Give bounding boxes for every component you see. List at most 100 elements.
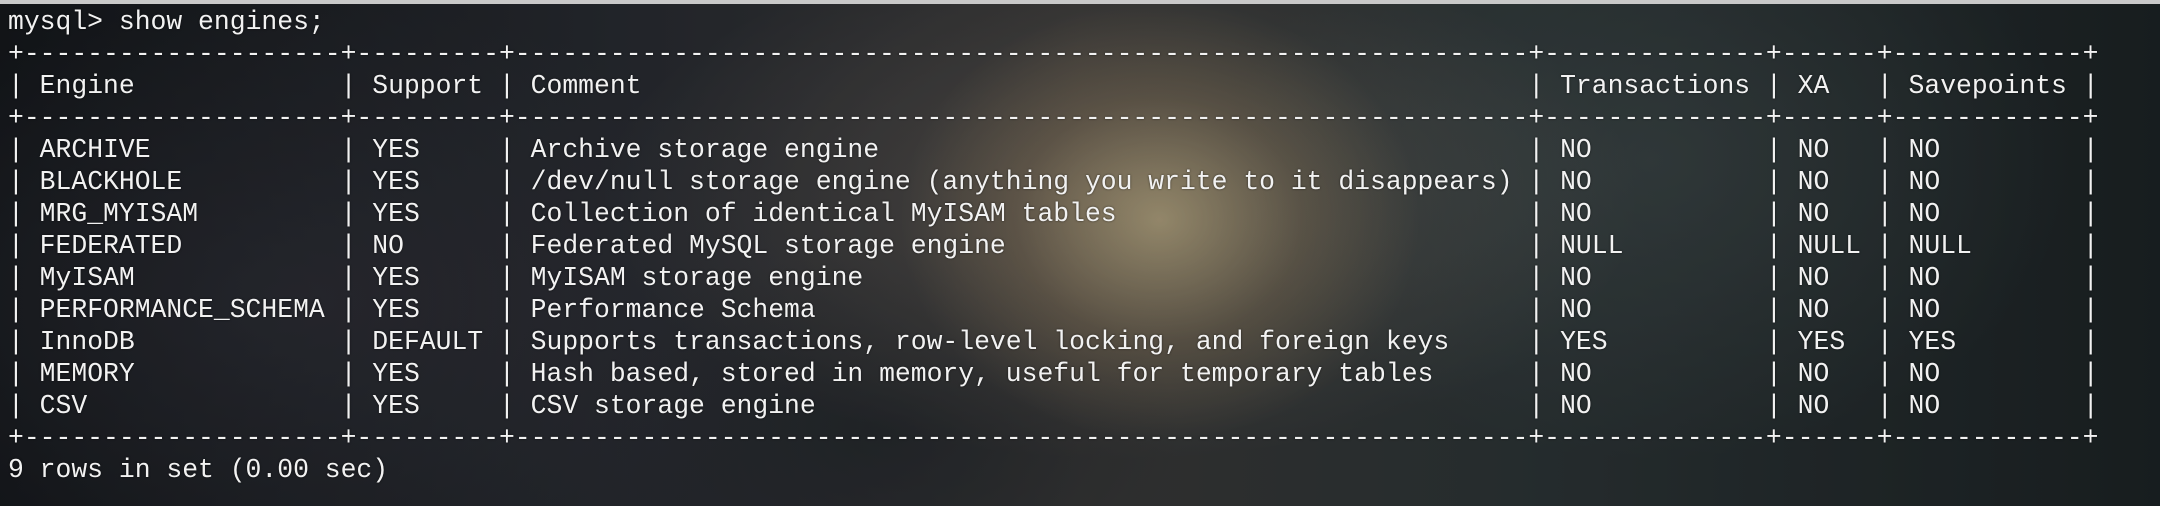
cell-comment: Federated MySQL storage engine	[514, 231, 1529, 261]
column-divider: |	[1528, 199, 1545, 229]
column-divider: |	[2082, 71, 2099, 101]
column-divider: |	[2082, 327, 2099, 357]
column-divider: |	[1876, 71, 1893, 101]
column-divider: |	[1528, 327, 1545, 357]
column-divider: |	[340, 231, 357, 261]
header-cell-transactions: Transactions	[1544, 71, 1766, 101]
header-cell-xa: XA	[1781, 71, 1877, 101]
cell-support: YES	[356, 199, 499, 229]
header-cell-comment: Comment	[514, 71, 1529, 101]
column-divider: |	[498, 71, 515, 101]
column-divider: |	[1528, 167, 1545, 197]
column-divider: |	[2082, 359, 2099, 389]
table-row: | MRG_MYISAM | YES | Collection of ident…	[8, 198, 2152, 230]
column-divider: |	[8, 231, 24, 261]
cell-xa: NO	[1781, 295, 1877, 325]
cell-xa: NO	[1781, 135, 1877, 165]
cell-engine: MRG_MYISAM	[23, 199, 341, 229]
column-divider: |	[498, 231, 515, 261]
header-cell-savepoints: Savepoints	[1892, 71, 2083, 101]
cell-comment: Archive storage engine	[514, 135, 1529, 165]
header-cell-support: Support	[356, 71, 499, 101]
column-divider: |	[1528, 295, 1545, 325]
column-divider: |	[2082, 199, 2099, 229]
column-divider: |	[1528, 71, 1545, 101]
cell-transactions: NO	[1544, 295, 1766, 325]
table-row: | PERFORMANCE_SCHEMA | YES | Performance…	[8, 294, 2152, 326]
table-row: | CSV | YES | CSV storage engine | NO | …	[8, 390, 2152, 422]
column-divider: |	[498, 327, 515, 357]
column-divider: |	[340, 135, 357, 165]
table-top-border: +--------------------+---------+--------…	[8, 39, 2099, 69]
column-divider: |	[1528, 231, 1545, 261]
cell-transactions: YES	[1544, 327, 1766, 357]
cell-support: YES	[356, 135, 499, 165]
column-divider: |	[1876, 263, 1893, 293]
column-divider: |	[340, 327, 357, 357]
cell-xa: NO	[1781, 167, 1877, 197]
column-divider: |	[1765, 263, 1782, 293]
column-divider: |	[1765, 135, 1782, 165]
column-divider: |	[8, 167, 24, 197]
cell-transactions: NO	[1544, 199, 1766, 229]
column-divider: |	[1765, 295, 1782, 325]
column-divider: |	[8, 295, 24, 325]
column-divider: |	[8, 263, 24, 293]
column-divider: |	[1876, 391, 1893, 421]
column-divider: |	[498, 167, 515, 197]
typed-command: show engines;	[118, 7, 325, 37]
cell-comment: /dev/null storage engine (anything you w…	[514, 167, 1529, 197]
column-divider: |	[1876, 295, 1893, 325]
column-divider: |	[498, 199, 515, 229]
column-divider: |	[498, 263, 515, 293]
cell-comment: Performance Schema	[514, 295, 1529, 325]
column-divider: |	[8, 359, 24, 389]
column-divider: |	[1765, 359, 1782, 389]
cell-comment: Hash based, stored in memory, useful for…	[514, 359, 1529, 389]
cell-savepoints: NO	[1892, 295, 2083, 325]
column-divider: |	[498, 295, 515, 325]
cell-support: YES	[356, 359, 499, 389]
column-divider: |	[2082, 231, 2099, 261]
cell-savepoints: YES	[1892, 327, 2083, 357]
cell-engine: FEDERATED	[23, 231, 341, 261]
column-divider: |	[2082, 263, 2099, 293]
column-divider: |	[1528, 359, 1545, 389]
cell-engine: MEMORY	[23, 359, 341, 389]
terminal-output[interactable]: mysql> show engines; +-------------------…	[8, 6, 2152, 500]
cell-savepoints: NO	[1892, 167, 2083, 197]
cell-comment: CSV storage engine	[514, 391, 1529, 421]
cell-support: YES	[356, 295, 499, 325]
cell-support: YES	[356, 263, 499, 293]
column-divider: |	[1765, 71, 1782, 101]
cell-comment: Supports transactions, row-level locking…	[514, 327, 1529, 357]
column-divider: |	[1876, 199, 1893, 229]
cell-engine: MyISAM	[23, 263, 341, 293]
table-row: | BLACKHOLE | YES | /dev/null storage en…	[8, 166, 2152, 198]
column-divider: |	[2082, 135, 2099, 165]
cell-engine: PERFORMANCE_SCHEMA	[23, 295, 341, 325]
column-divider: |	[498, 135, 515, 165]
cell-transactions: NO	[1544, 167, 1766, 197]
column-divider: |	[340, 263, 357, 293]
cell-support: DEFAULT	[356, 327, 499, 357]
cell-transactions: NULL	[1544, 231, 1766, 261]
column-divider: |	[2082, 167, 2099, 197]
column-divider: |	[340, 391, 357, 421]
cell-comment: Collection of identical MyISAM tables	[514, 199, 1529, 229]
mysql-prompt: mysql>	[8, 7, 104, 37]
column-divider: |	[8, 71, 24, 101]
column-divider: |	[1765, 391, 1782, 421]
column-divider: |	[1876, 231, 1893, 261]
column-divider: |	[340, 359, 357, 389]
cell-xa: NO	[1781, 391, 1877, 421]
cell-support: YES	[356, 391, 499, 421]
command-line: mysql> show engines;	[8, 6, 2152, 38]
table-row: | ARCHIVE | YES | Archive storage engine…	[8, 134, 2152, 166]
cell-engine: InnoDB	[23, 327, 341, 357]
column-divider: |	[1765, 231, 1782, 261]
cell-xa: NULL	[1781, 231, 1877, 261]
column-divider: |	[1528, 263, 1545, 293]
cell-savepoints: NULL	[1892, 231, 2083, 261]
column-divider: |	[340, 295, 357, 325]
